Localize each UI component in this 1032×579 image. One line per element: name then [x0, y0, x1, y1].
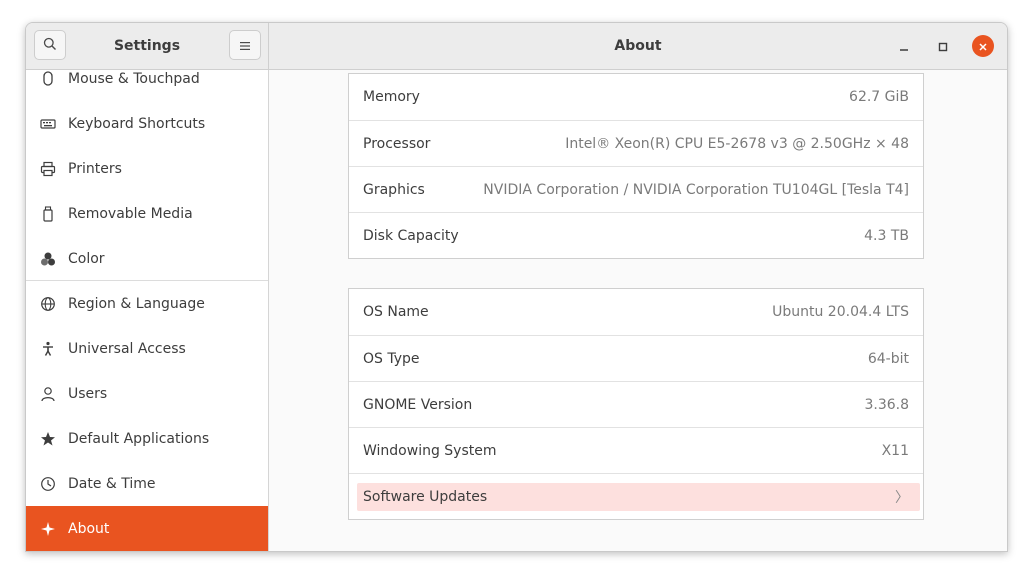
sidebar-item-label: Color [68, 250, 105, 267]
menu-button[interactable] [229, 30, 261, 60]
sidebar-item-color[interactable]: Color [26, 236, 268, 281]
os-name-row: OS Name Ubuntu 20.04.4 LTS [349, 289, 923, 335]
sidebar-item-label: Removable Media [68, 205, 193, 222]
sparkle-icon [38, 519, 58, 539]
row-value: X11 [881, 442, 909, 459]
accessibility-icon [38, 339, 58, 359]
software-info-card: OS Name Ubuntu 20.04.4 LTS OS Type 64-bi… [348, 288, 924, 520]
row-value: 64-bit [867, 350, 909, 367]
row-label: GNOME Version [363, 396, 473, 413]
keyboard-icon [38, 114, 58, 134]
chevron-right-icon: 〉 [895, 489, 909, 506]
windowing-system-row: Windowing System X11 [349, 427, 923, 473]
gnome-version-row: GNOME Version 3.36.8 [349, 381, 923, 427]
sidebar-item-date-time[interactable]: Date & Time [26, 461, 268, 506]
row-label: Graphics [363, 181, 425, 198]
row-value: NVIDIA Corporation / NVIDIA Corporation … [483, 181, 909, 198]
row-label: Disk Capacity [363, 227, 459, 244]
row-value: Ubuntu 20.04.4 LTS [772, 304, 909, 320]
sidebar-item-label: Users [68, 385, 108, 402]
row-label: OS Name [363, 304, 429, 320]
row-label: Memory [363, 89, 420, 105]
color-palette-icon [38, 249, 58, 269]
os-type-row: OS Type 64-bit [349, 335, 923, 381]
sidebar-item-default-applications[interactable]: Default Applications [26, 416, 268, 461]
sidebar: Mouse & Touchpad Keyboard Shortcuts Prin… [26, 70, 269, 551]
close-button[interactable] [972, 35, 994, 57]
clock-icon [38, 474, 58, 494]
sidebar-item-users[interactable]: Users [26, 371, 268, 416]
sidebar-item-mouse-touchpad[interactable]: Mouse & Touchpad [26, 70, 268, 101]
row-value: 3.36.8 [864, 396, 909, 413]
settings-window: Settings About Mouse & Touchpad Keyboard… [25, 22, 1008, 552]
minimize-icon [899, 37, 909, 56]
software-updates-label: Software Updates [363, 488, 488, 505]
sidebar-item-label: Printers [68, 160, 122, 177]
globe-icon [38, 294, 58, 314]
sidebar-item-keyboard-shortcuts[interactable]: Keyboard Shortcuts [26, 101, 268, 146]
sidebar-item-label: Region & Language [68, 295, 205, 312]
software-updates-row[interactable]: Software Updates 〉 [349, 473, 923, 519]
sidebar-item-label: Mouse & Touchpad [68, 70, 200, 87]
sidebar-item-printers[interactable]: Printers [26, 146, 268, 191]
disk-capacity-row: Disk Capacity 4.3 TB [349, 212, 923, 258]
header-bar: Settings About [26, 23, 1007, 70]
usb-drive-icon [38, 204, 58, 224]
sidebar-item-label: Universal Access [68, 340, 186, 357]
row-value: Intel® Xeon(R) CPU E5-2678 v3 @ 2.50GHz … [565, 135, 909, 152]
hamburger-menu-icon [239, 36, 251, 55]
sidebar-item-label: About [68, 520, 110, 537]
row-label: Processor [363, 135, 431, 152]
about-panel: Memory 62.7 GiB Processor Intel® Xeon(R)… [269, 70, 1007, 551]
close-icon [978, 37, 988, 56]
memory-row: Memory 62.7 GiB [349, 74, 923, 120]
sidebar-item-removable-media[interactable]: Removable Media [26, 191, 268, 236]
user-icon [38, 384, 58, 404]
row-value: 62.7 GiB [849, 89, 909, 105]
row-value: 4.3 TB [864, 227, 909, 244]
maximize-icon [938, 37, 948, 56]
row-label: Windowing System [363, 442, 497, 459]
printer-icon [38, 159, 58, 179]
sidebar-item-label: Date & Time [68, 475, 156, 492]
processor-row: Processor Intel® Xeon(R) CPU E5-2678 v3 … [349, 120, 923, 166]
sidebar-item-region-language[interactable]: Region & Language [26, 281, 268, 326]
star-icon [38, 429, 58, 449]
sidebar-item-label: Default Applications [68, 430, 210, 447]
hardware-info-card: Memory 62.7 GiB Processor Intel® Xeon(R)… [348, 73, 924, 259]
maximize-button[interactable] [932, 35, 954, 57]
sidebar-item-about[interactable]: About [26, 506, 268, 551]
sidebar-item-label: Keyboard Shortcuts [68, 115, 206, 132]
mouse-icon [38, 70, 58, 89]
sidebar-item-universal-access[interactable]: Universal Access [26, 326, 268, 371]
graphics-row: Graphics NVIDIA Corporation / NVIDIA Cor… [349, 166, 923, 212]
minimize-button[interactable] [893, 35, 915, 57]
row-label: OS Type [363, 350, 420, 367]
